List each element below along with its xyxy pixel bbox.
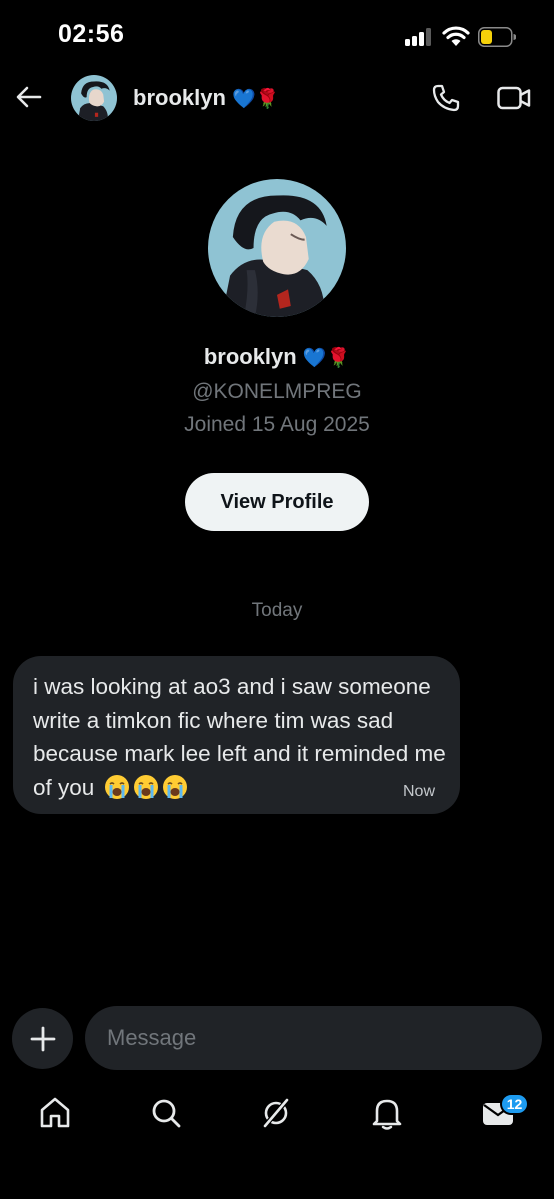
message-body: i was looking at ao3 and i saw someone w… <box>33 674 446 800</box>
add-attachment-button[interactable] <box>12 1008 73 1069</box>
view-profile-button[interactable]: View Profile <box>185 473 369 531</box>
search-icon[interactable] <box>148 1095 184 1131</box>
messages-badge: 12 <box>500 1093 529 1115</box>
status-time: 02:56 <box>58 20 125 48</box>
header-avatar[interactable] <box>71 75 117 121</box>
crying-emojis <box>101 774 188 800</box>
grok-icon[interactable] <box>258 1095 294 1131</box>
home-icon[interactable] <box>37 1095 73 1131</box>
phone-call-icon[interactable] <box>430 82 462 114</box>
wifi-icon <box>442 26 470 46</box>
header-name-emojis: 💙🌹 <box>232 89 280 110</box>
message-timestamp: Now <box>403 783 436 800</box>
message-text: i was looking at ao3 and i saw someone w… <box>33 670 453 804</box>
message-composer[interactable] <box>85 1006 542 1070</box>
header-name[interactable]: brooklyn 💙🌹 <box>133 85 279 111</box>
crying-face-emoji <box>133 774 158 799</box>
profile-name: brooklyn 💙🌹 <box>0 344 554 370</box>
cellular-signal-icon <box>405 28 435 46</box>
crying-face-emoji <box>162 774 187 799</box>
message-input[interactable] <box>107 1006 527 1070</box>
notifications-icon[interactable] <box>369 1095 405 1131</box>
profile-name-text: brooklyn <box>203 344 297 369</box>
profile-handle: @KONELMPREG <box>192 380 362 403</box>
back-arrow-icon[interactable] <box>14 82 44 112</box>
battery-icon <box>478 27 516 47</box>
message-bubble[interactable]: i was looking at ao3 and i saw someone w… <box>13 656 460 814</box>
video-call-icon[interactable] <box>497 84 531 112</box>
status-bar: 02:56 <box>0 0 554 70</box>
date-separator: Today <box>251 600 303 621</box>
header-name-text: brooklyn <box>133 85 226 110</box>
plus-icon <box>30 1026 55 1051</box>
profile-name-emojis: 💙🌹 <box>302 348 351 369</box>
bottom-tab-bar <box>0 1085 554 1145</box>
profile-joined-date: Joined 15 Aug 2025 <box>184 413 370 436</box>
crying-face-emoji <box>104 774 129 799</box>
profile-avatar[interactable] <box>208 179 346 317</box>
chat-header: brooklyn 💙🌹 <box>0 70 554 130</box>
